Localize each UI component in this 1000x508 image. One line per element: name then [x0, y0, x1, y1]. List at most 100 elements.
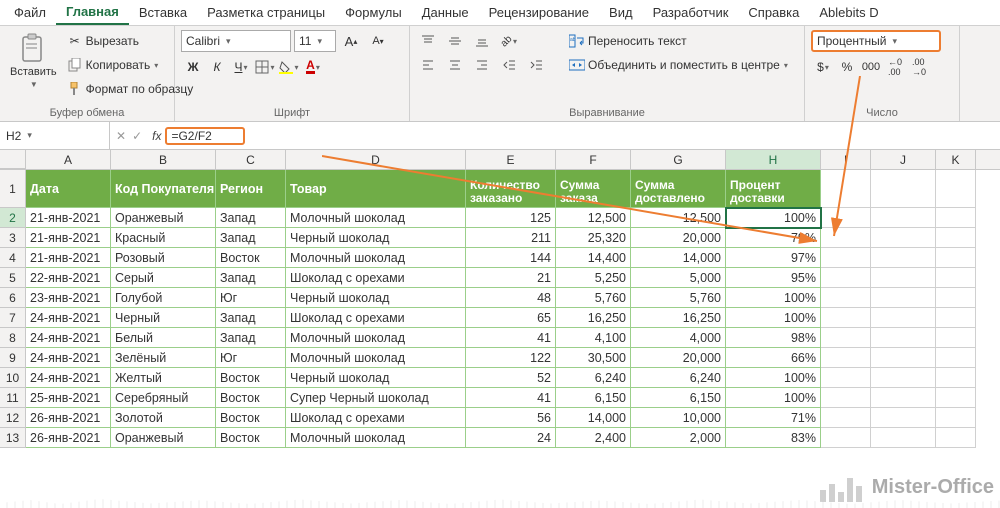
- cell[interactable]: 125: [466, 208, 556, 228]
- currency-button[interactable]: $▾: [811, 56, 835, 78]
- cell[interactable]: 41: [466, 388, 556, 408]
- cancel-icon[interactable]: ✕: [116, 129, 126, 143]
- header-cell[interactable]: Количествозаказано: [466, 170, 556, 208]
- col-header-F[interactable]: F: [556, 150, 631, 169]
- cell[interactable]: [871, 328, 936, 348]
- tab-формулы[interactable]: Формулы: [335, 1, 412, 24]
- tab-справка[interactable]: Справка: [738, 1, 809, 24]
- cell[interactable]: [936, 208, 976, 228]
- cell[interactable]: [936, 368, 976, 388]
- cell[interactable]: [871, 288, 936, 308]
- merge-center-button[interactable]: Объединить и поместить в центре ▾: [569, 54, 788, 76]
- cell[interactable]: [821, 368, 871, 388]
- cell[interactable]: 71%: [726, 408, 821, 428]
- enter-icon[interactable]: ✓: [132, 129, 142, 143]
- cell[interactable]: 211: [466, 228, 556, 248]
- font-size-combo[interactable]: 11▾: [294, 30, 336, 52]
- cell[interactable]: 16,250: [556, 308, 631, 328]
- cell[interactable]: [821, 428, 871, 448]
- cell[interactable]: 21-янв-2021: [26, 228, 111, 248]
- fill-color-button[interactable]: ▾: [277, 56, 301, 78]
- cell[interactable]: Оранжевый: [111, 208, 216, 228]
- cell[interactable]: 2,400: [556, 428, 631, 448]
- cell[interactable]: Золотой: [111, 408, 216, 428]
- wrap-text-button[interactable]: ab Переносить текст: [569, 30, 788, 52]
- cell[interactable]: [821, 388, 871, 408]
- formula-input[interactable]: =G2/F2: [165, 127, 245, 145]
- cell[interactable]: 20,000: [631, 228, 726, 248]
- cell[interactable]: 66%: [726, 348, 821, 368]
- cell[interactable]: 25,320: [556, 228, 631, 248]
- row-header[interactable]: 2: [0, 208, 26, 228]
- cell[interactable]: Черный шоколад: [286, 288, 466, 308]
- col-header-A[interactable]: A: [26, 150, 111, 169]
- cell[interactable]: 122: [466, 348, 556, 368]
- increase-font-button[interactable]: A▴: [339, 30, 363, 52]
- cell[interactable]: 26-янв-2021: [26, 428, 111, 448]
- cell[interactable]: Белый: [111, 328, 216, 348]
- cell[interactable]: [871, 308, 936, 328]
- cell[interactable]: [871, 348, 936, 368]
- cell[interactable]: 30,500: [556, 348, 631, 368]
- cell[interactable]: [936, 408, 976, 428]
- cell[interactable]: 56: [466, 408, 556, 428]
- header-cell[interactable]: [821, 170, 871, 208]
- number-format-combo[interactable]: Процентный▾: [811, 30, 941, 52]
- cell[interactable]: 6,150: [631, 388, 726, 408]
- cell[interactable]: Молочный шоколад: [286, 208, 466, 228]
- cell[interactable]: Желтый: [111, 368, 216, 388]
- cell[interactable]: 5,250: [556, 268, 631, 288]
- cell[interactable]: Восток: [216, 408, 286, 428]
- font-name-combo[interactable]: Calibri▾: [181, 30, 291, 52]
- italic-button[interactable]: К: [205, 56, 229, 78]
- header-cell[interactable]: [871, 170, 936, 208]
- row-header[interactable]: 8: [0, 328, 26, 348]
- cell[interactable]: 6,240: [631, 368, 726, 388]
- header-cell[interactable]: Процентдоставки: [726, 170, 821, 208]
- paste-button[interactable]: Вставить ▼: [6, 30, 61, 91]
- tab-рецензирование[interactable]: Рецензирование: [479, 1, 599, 24]
- cell[interactable]: Юг: [216, 348, 286, 368]
- cell[interactable]: Юг: [216, 288, 286, 308]
- cell[interactable]: 21-янв-2021: [26, 248, 111, 268]
- align-middle-button[interactable]: [443, 30, 467, 52]
- cell[interactable]: 79%: [726, 228, 821, 248]
- cell[interactable]: Шоколад с орехами: [286, 408, 466, 428]
- cell[interactable]: Розовый: [111, 248, 216, 268]
- cell[interactable]: [936, 388, 976, 408]
- row-header[interactable]: 7: [0, 308, 26, 328]
- header-cell[interactable]: Товар: [286, 170, 466, 208]
- cell[interactable]: Черный шоколад: [286, 228, 466, 248]
- col-header-I[interactable]: I: [821, 150, 871, 169]
- align-left-button[interactable]: [416, 54, 440, 76]
- cell[interactable]: [936, 348, 976, 368]
- cell[interactable]: 100%: [726, 208, 821, 228]
- cell[interactable]: 6,240: [556, 368, 631, 388]
- cell[interactable]: [821, 408, 871, 428]
- cell[interactable]: 24: [466, 428, 556, 448]
- cell[interactable]: 4,100: [556, 328, 631, 348]
- cell[interactable]: 98%: [726, 328, 821, 348]
- row-header[interactable]: 9: [0, 348, 26, 368]
- cell[interactable]: Серый: [111, 268, 216, 288]
- row-header[interactable]: 11: [0, 388, 26, 408]
- decrease-font-button[interactable]: A▾: [366, 30, 390, 52]
- cell[interactable]: 14,000: [631, 248, 726, 268]
- select-all-corner[interactable]: [0, 150, 26, 169]
- cell[interactable]: Запад: [216, 268, 286, 288]
- cell[interactable]: Молочный шоколад: [286, 328, 466, 348]
- row-header[interactable]: 3: [0, 228, 26, 248]
- row-header[interactable]: 6: [0, 288, 26, 308]
- row-header[interactable]: 10: [0, 368, 26, 388]
- underline-button[interactable]: Ч▾: [229, 56, 253, 78]
- comma-button[interactable]: 000: [859, 56, 883, 78]
- cell[interactable]: 21: [466, 268, 556, 288]
- cell[interactable]: Голубой: [111, 288, 216, 308]
- cell[interactable]: Молочный шоколад: [286, 248, 466, 268]
- cell[interactable]: [821, 208, 871, 228]
- cell[interactable]: Шоколад с орехами: [286, 268, 466, 288]
- cell[interactable]: [936, 308, 976, 328]
- cell[interactable]: [936, 288, 976, 308]
- col-header-J[interactable]: J: [871, 150, 936, 169]
- col-header-G[interactable]: G: [631, 150, 726, 169]
